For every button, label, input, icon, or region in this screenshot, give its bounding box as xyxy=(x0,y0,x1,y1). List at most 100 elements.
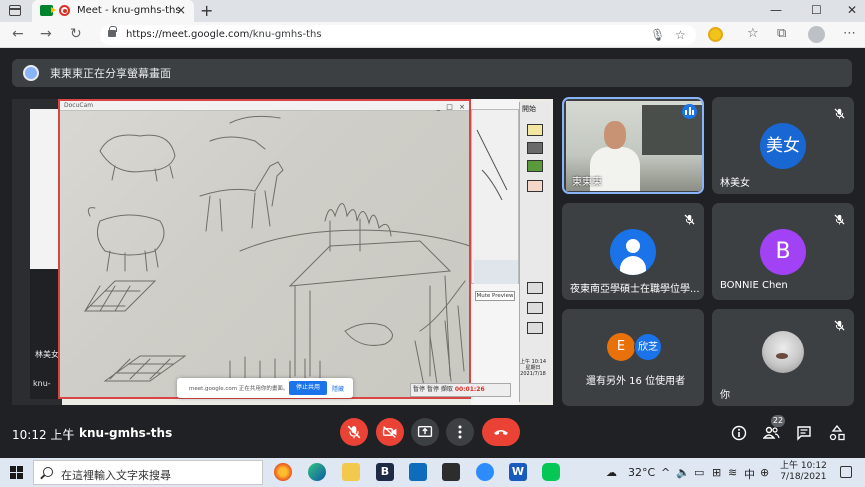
recording-indicator-icon xyxy=(59,5,70,16)
file-explorer-icon[interactable] xyxy=(342,463,360,481)
search-placeholder: 在這裡輸入文字來搜尋 xyxy=(61,469,171,482)
rec-stop-button[interactable]: 暫停 xyxy=(427,386,439,393)
favorites-icon[interactable]: ☆ xyxy=(747,26,759,41)
sharing-popup: meet.google.com 正在共用你的畫面。 停止共用 隱藏 xyxy=(177,378,353,398)
participant-tile-self[interactable]: 你 xyxy=(712,309,854,406)
temperature-text[interactable]: 32°C xyxy=(628,466,655,479)
toolbar-record-button[interactable] xyxy=(527,160,543,172)
edge-icon[interactable] xyxy=(308,463,326,481)
hide-popup-button[interactable]: 隱藏 xyxy=(332,384,344,393)
participant-tile-3[interactable]: 夜東南亞學碩士在職學位學... xyxy=(562,203,704,300)
toolbar-pen-button[interactable] xyxy=(527,282,543,294)
toolbar-eraser-button[interactable] xyxy=(527,322,543,334)
recording-control-bar: 暫停 暫停 擷取 00:01:26 xyxy=(410,383,511,397)
participant-tile-others[interactable]: E 欣芝 還有另外 16 位使用者 xyxy=(562,309,704,406)
activities-button[interactable] xyxy=(829,424,845,445)
rec-snapshot-button[interactable]: 擷取 xyxy=(441,386,453,393)
meeting-control-bar: 10:12 上午 knu-gmhs-ths 22 xyxy=(0,410,865,458)
muted-mic-icon xyxy=(834,210,845,225)
document-camera-window: DocuCam _ □ × xyxy=(58,99,471,399)
collections-icon[interactable]: ⧉ xyxy=(777,26,786,41)
input-mode-icon[interactable]: ⊕ xyxy=(760,466,769,479)
participant-tile-2[interactable]: 美女 林美女 xyxy=(712,97,854,194)
muted-mic-icon xyxy=(834,104,845,119)
show-hidden-icons[interactable]: ^ xyxy=(661,466,670,479)
meet-favicon-icon xyxy=(40,5,56,16)
wifi-icon[interactable]: ≋ xyxy=(728,466,737,479)
participant-tile-presenter[interactable]: 東東東 xyxy=(562,97,704,194)
participant-tile-4[interactable]: B BONNIE Chen xyxy=(712,203,854,300)
zoom-icon[interactable] xyxy=(476,463,494,481)
self-photo-avatar xyxy=(762,331,804,373)
speaking-indicator-icon xyxy=(682,104,697,119)
shared-taskbar-clock: 上午 10:14 星期日 2021/7/18 xyxy=(520,359,546,377)
notification-icon[interactable] xyxy=(840,466,852,478)
search-icon xyxy=(43,467,53,477)
browser-tab-meet[interactable]: Meet - knu-gmhs-ths × xyxy=(32,0,194,22)
rec-pause-button[interactable]: 暫停 xyxy=(413,386,425,393)
network-icon[interactable]: ⊞ xyxy=(712,466,721,479)
presenter-avatar xyxy=(23,65,39,81)
lock-icon xyxy=(108,26,117,37)
close-window-button[interactable]: ✕ xyxy=(847,3,857,17)
profile-avatar[interactable] xyxy=(808,26,825,43)
store-icon[interactable] xyxy=(442,463,460,481)
more-options-button[interactable] xyxy=(446,418,474,446)
chat-button[interactable] xyxy=(796,425,812,445)
windows-start-icon[interactable] xyxy=(10,466,23,479)
back-arrow-icon[interactable]: ← xyxy=(12,26,24,42)
line-icon[interactable] xyxy=(542,463,560,481)
word-icon[interactable]: W xyxy=(509,463,527,481)
ime-indicator[interactable]: 中 xyxy=(744,466,755,482)
participant-avatar: B xyxy=(760,229,806,275)
mail-icon[interactable] xyxy=(409,463,427,481)
camera-toolbar-panel: 開始 xyxy=(519,102,551,402)
url-input[interactable]: https://meet.google.com/knu-gmhs-ths 🎙 ☆ xyxy=(100,25,696,45)
camera-toggle-button[interactable] xyxy=(376,418,404,446)
mute-preview-button[interactable]: Mute Preview xyxy=(475,291,515,301)
background-app-drawing xyxy=(474,129,518,284)
window-menu-icon[interactable] xyxy=(9,5,21,16)
group-avatar-1: E xyxy=(607,333,635,361)
reload-icon[interactable]: ↻ xyxy=(70,26,82,42)
maximize-button[interactable]: ☐ xyxy=(811,3,822,17)
minimize-button[interactable]: — xyxy=(770,3,782,17)
sharing-popup-text: meet.google.com 正在共用你的畫面。 xyxy=(189,386,289,392)
toolbar-text-button[interactable] xyxy=(527,302,543,314)
divider xyxy=(69,428,70,440)
microphone-icon[interactable]: 🎙 xyxy=(650,28,665,42)
forward-arrow-icon[interactable]: → xyxy=(40,26,52,42)
toolbar-media-button[interactable] xyxy=(527,180,543,192)
battery-icon[interactable]: ▭ xyxy=(694,466,704,479)
bing-b-icon[interactable]: B xyxy=(376,463,394,481)
mic-off-icon xyxy=(347,425,361,439)
mic-toggle-button[interactable] xyxy=(340,418,368,446)
volume-icon[interactable]: 🔈 xyxy=(676,466,690,479)
weather-icon[interactable]: ☁ xyxy=(606,466,617,479)
system-clock[interactable]: 上午 10:12 7/18/2021 xyxy=(780,461,827,483)
hang-up-icon xyxy=(494,430,508,435)
bookmark-star-icon[interactable]: ☆ xyxy=(675,28,686,42)
tab-close-button[interactable]: × xyxy=(176,3,186,17)
shared-screen[interactable]: 林美女 knu- DocuCam _ □ × Mute Preview 開始 暫… xyxy=(12,99,553,405)
meeting-code: knu-gmhs-ths xyxy=(79,426,173,440)
present-screen-button[interactable] xyxy=(411,418,439,446)
url-text: https://meet.google.com/knu-gmhs-ths xyxy=(126,29,322,40)
background-app-window: Mute Preview xyxy=(471,99,519,405)
activities-icon xyxy=(829,424,845,441)
participants-button[interactable] xyxy=(762,425,780,445)
participant-name: 東東東 xyxy=(572,177,602,188)
drawing-sketch xyxy=(60,111,471,398)
taskbar-search-input[interactable]: 在這裡輸入文字來搜尋 xyxy=(33,460,263,485)
toolbar-folder-button[interactable] xyxy=(527,124,543,136)
toolbar-capture-button[interactable] xyxy=(527,142,543,154)
muted-mic-icon xyxy=(684,210,695,225)
stop-sharing-button[interactable]: 停止共用 xyxy=(289,381,327,395)
meeting-details-button[interactable] xyxy=(731,425,747,445)
leave-call-button[interactable] xyxy=(482,418,520,446)
extension-icon[interactable] xyxy=(708,27,723,42)
firefox-icon[interactable] xyxy=(274,463,292,481)
more-menu-icon[interactable]: ⋯ xyxy=(843,26,856,41)
new-tab-button[interactable]: + xyxy=(200,1,213,20)
share-notice-text: 東東東正在分享螢幕畫面 xyxy=(50,67,171,80)
